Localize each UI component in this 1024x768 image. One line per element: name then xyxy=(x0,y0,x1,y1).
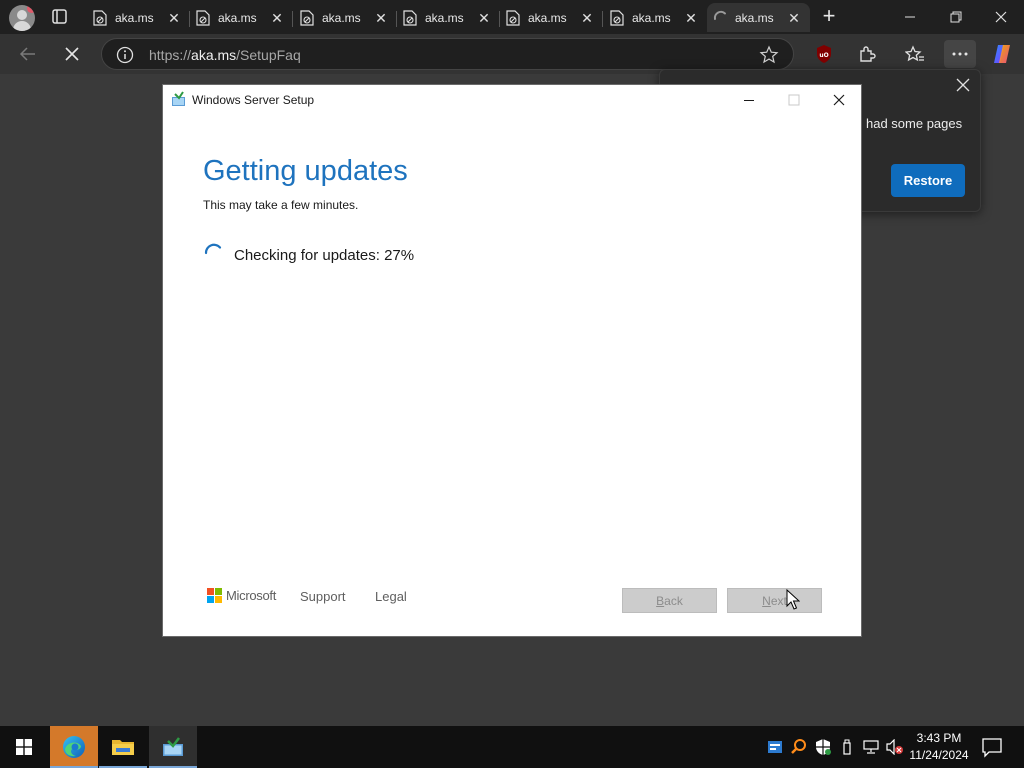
tab-title: aka.ms xyxy=(735,10,774,25)
setup-window: Windows Server Setup Getting updates Thi… xyxy=(162,84,862,637)
address-bar[interactable]: https://aka.ms/SetupFaq xyxy=(101,38,794,70)
tab-title: aka.ms xyxy=(218,10,257,25)
close-tab-icon[interactable]: ✕ xyxy=(476,10,492,26)
browser-tab-7[interactable]: aka.ms ✕ xyxy=(707,3,810,32)
browser-tab-5[interactable]: aka.ms ✕ xyxy=(500,3,603,32)
setup-window-title: Windows Server Setup xyxy=(192,93,315,107)
browser-tab-3[interactable]: aka.ms ✕ xyxy=(294,3,397,32)
page-subtitle: This may take a few minutes. xyxy=(203,198,359,212)
tab-separator xyxy=(602,11,603,27)
blocked-page-icon xyxy=(610,9,624,26)
taskbar-edge[interactable] xyxy=(50,726,98,768)
tab-title: aka.ms xyxy=(115,10,154,25)
close-tab-icon[interactable]: ✕ xyxy=(373,10,389,26)
taskbar: 3:43 PM 11/24/2024 xyxy=(0,726,1024,768)
edge-icon xyxy=(63,736,85,758)
close-browser-button[interactable] xyxy=(978,0,1024,34)
browser-tab-2[interactable]: aka.ms ✕ xyxy=(190,3,293,32)
microsoft-logo-icon xyxy=(207,588,222,603)
loading-spinner-icon xyxy=(713,10,727,26)
tab-actions-icon[interactable] xyxy=(50,8,70,26)
loading-spinner-icon xyxy=(203,242,225,264)
new-tab-button[interactable]: + xyxy=(818,5,840,28)
clock-date: 11/24/2024 xyxy=(909,748,969,762)
puzzle-icon[interactable] xyxy=(853,40,881,68)
close-icon[interactable] xyxy=(816,86,861,114)
usb-device-icon[interactable] xyxy=(837,737,857,757)
blocked-page-icon xyxy=(300,9,314,26)
tab-title: aka.ms xyxy=(528,10,567,25)
update-status-text: Checking for updates: 27% xyxy=(234,247,415,264)
site-info-icon[interactable] xyxy=(116,46,134,64)
close-tab-icon[interactable]: ✕ xyxy=(786,10,802,26)
back-button: Back xyxy=(622,588,717,613)
system-clock[interactable]: 3:43 PM 11/24/2024 xyxy=(902,730,976,764)
close-tab-icon[interactable]: ✕ xyxy=(166,10,182,26)
more-icon[interactable] xyxy=(944,40,976,68)
minimize-icon[interactable] xyxy=(726,86,771,114)
page-title: Getting updates xyxy=(203,155,408,187)
stop-loading-icon[interactable] xyxy=(58,40,86,68)
search-tool-tray-icon[interactable] xyxy=(789,737,809,757)
minimize-browser-button[interactable] xyxy=(887,0,933,34)
blocked-page-icon xyxy=(196,9,210,26)
taskbar-file-explorer[interactable] xyxy=(99,726,147,768)
profile-avatar-icon[interactable] xyxy=(9,5,35,31)
browser-tab-4[interactable]: aka.ms ✕ xyxy=(397,3,500,32)
defender-shield-icon[interactable] xyxy=(813,737,833,757)
setup-app-icon xyxy=(171,91,187,107)
tab-title: aka.ms xyxy=(632,10,671,25)
setup-title-bar[interactable]: Windows Server Setup xyxy=(163,85,861,115)
notification-center-icon[interactable] xyxy=(981,736,1003,758)
browser-tab-1[interactable]: aka.ms ✕ xyxy=(87,3,190,32)
maximize-icon xyxy=(771,86,816,114)
setup-app-icon xyxy=(163,737,183,756)
next-button: Next xyxy=(727,588,822,613)
copilot-icon[interactable] xyxy=(988,40,1016,68)
taskbar-setup[interactable] xyxy=(149,726,197,768)
microsoft-wordmark: Microsoft xyxy=(226,588,277,603)
browser-tab-strip: aka.ms ✕ aka.ms ✕ aka.ms ✕ aka.ms ✕ aka.ms ✕ aka.m… xyxy=(0,0,1024,34)
star-icon[interactable] xyxy=(759,45,779,65)
folder-icon xyxy=(112,740,134,755)
support-link[interactable]: Support xyxy=(300,589,346,604)
back-arrow-icon[interactable] xyxy=(14,40,42,68)
svg-text:uO: uO xyxy=(819,52,828,59)
tab-title: aka.ms xyxy=(425,10,464,25)
close-icon[interactable] xyxy=(954,76,972,94)
tab-title: aka.ms xyxy=(322,10,361,25)
network-icon[interactable] xyxy=(861,737,881,757)
microsoft-logo: Microsoft xyxy=(207,588,276,603)
restore-button[interactable]: Restore xyxy=(891,164,965,197)
browser-tab-6[interactable]: aka.ms ✕ xyxy=(604,3,707,32)
ublock-origin-icon[interactable]: uO xyxy=(810,40,838,68)
legal-link[interactable]: Legal xyxy=(375,589,407,604)
close-tab-icon[interactable]: ✕ xyxy=(683,10,699,26)
mouse-cursor-icon xyxy=(786,588,801,611)
tab-separator xyxy=(292,11,293,27)
restore-message: had some pages xyxy=(866,116,963,131)
blocked-page-icon xyxy=(93,9,107,26)
favorites-icon[interactable] xyxy=(901,40,929,68)
server-manager-tray-icon[interactable] xyxy=(765,737,785,757)
browser-toolbar: https://aka.ms/SetupFaq uO xyxy=(0,34,1024,74)
clock-time: 3:43 PM xyxy=(916,731,962,745)
url-text[interactable]: https://aka.ms/SetupFaq xyxy=(149,47,301,63)
blocked-page-icon xyxy=(403,9,417,26)
close-tab-icon[interactable]: ✕ xyxy=(269,10,285,26)
restore-browser-button[interactable] xyxy=(933,0,979,34)
windows-start-icon[interactable] xyxy=(0,726,48,768)
close-tab-icon[interactable]: ✕ xyxy=(579,10,595,26)
blocked-page-icon xyxy=(506,9,520,26)
